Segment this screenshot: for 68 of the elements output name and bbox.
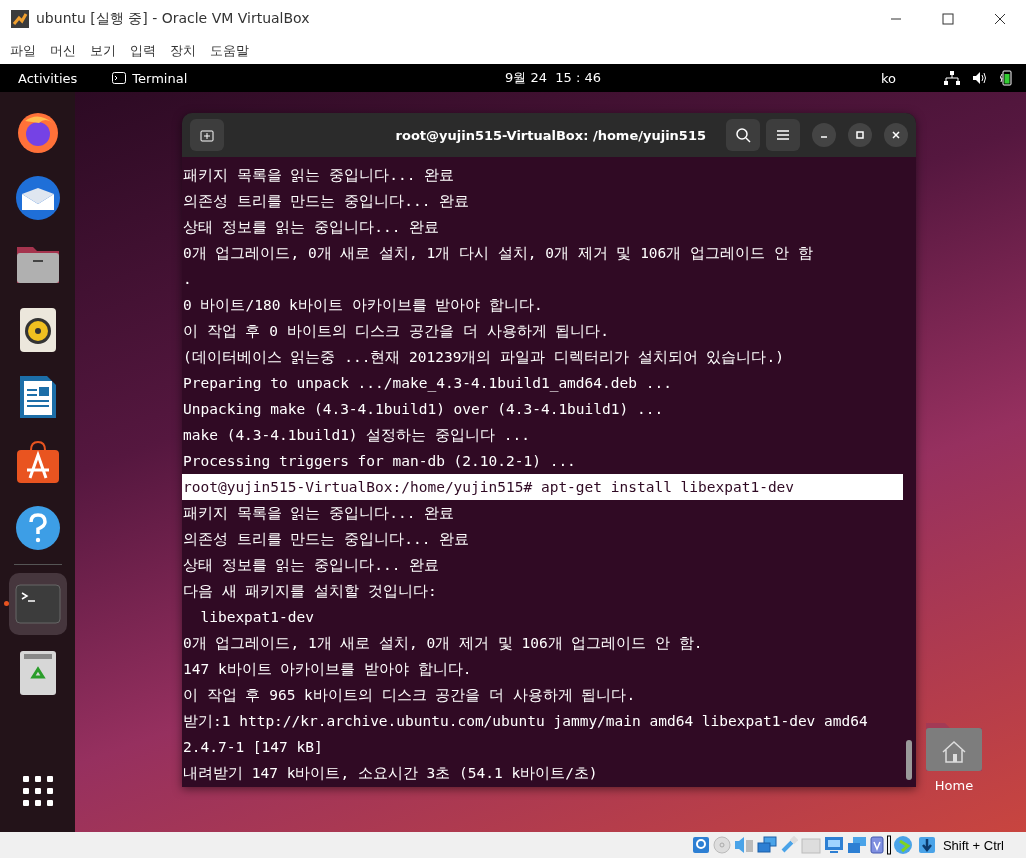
- mail-icon: [13, 174, 62, 222]
- terminal-line: 받기:1 http://kr.archive.ubuntu.com/ubuntu jammy/main amd64 libexpat1-dev amd64: [182, 712, 869, 731]
- menu-icon: [776, 129, 790, 141]
- terminal-line: 0개 업그레이드, 1개 새로 설치, 0개 제거 및 106개 업그레이드 안 함.: [182, 634, 704, 653]
- terminal-line: 2.4.7-1 [147 kB]: [182, 738, 324, 757]
- maximize-icon: [855, 130, 865, 140]
- terminal-line: make (4.3-4.1build1) 설정하는 중입니다 ...: [182, 426, 531, 445]
- terminal-line: 이 작업 후 965 k바이트의 디스크 공간을 더 사용하게 됩니다.: [182, 686, 637, 705]
- chip-icon[interactable]: [869, 836, 884, 854]
- menu-item[interactable]: 장치: [170, 41, 196, 60]
- document-icon: [18, 373, 57, 419]
- help-icon: [14, 505, 61, 551]
- maximize-button[interactable]: [848, 123, 872, 147]
- input-method-indicator[interactable]: ko: [880, 70, 896, 86]
- terminal-line: 패키지 목록을 읽는 중입니다... 완료: [182, 504, 456, 523]
- menu-item[interactable]: 입력: [130, 41, 156, 60]
- terminal-line: Processing triggers for man-db (2.10.2-1) ...: [182, 452, 577, 471]
- terminal-line: 의존성 트리를 만드는 중입니다... 완료: [182, 192, 471, 211]
- minimize-button[interactable]: [812, 123, 836, 147]
- activities-button[interactable]: Activities: [18, 70, 78, 86]
- terminal-icon: [14, 584, 61, 624]
- home-folder-icon[interactable]: [925, 722, 983, 772]
- search-icon: [735, 127, 751, 143]
- terminal-line: (데이터베이스 읽는중 ...현재 201239개의 파일과 디렉터리가 설치되어 있습니다.): [182, 348, 785, 367]
- app-logo-icon: [10, 8, 30, 29]
- clock[interactable]: 9월 24 15 : 46: [505, 69, 601, 87]
- trash-icon: [18, 650, 57, 696]
- terminal-line: 의존성 트리를 만드는 중입니다... 완료: [182, 530, 471, 549]
- menu-item[interactable]: 도움말: [210, 41, 249, 60]
- shopping-bag-icon: [14, 440, 61, 484]
- terminal-line: 상태 정보를 읽는 중입니다... 완료: [182, 218, 441, 237]
- terminal-line: libexpat1-dev: [199, 608, 315, 627]
- volume-icon[interactable]: [972, 71, 988, 85]
- monitor-icon[interactable]: [823, 836, 844, 854]
- terminal-line: 다음 새 패키지를 설치할 것입니다:: [182, 582, 438, 601]
- terminal-line: Unpacking make (4.3-4.1build1) over (4.3-4.1build1) ...: [182, 400, 665, 419]
- host-key-label: Shift + Ctrl: [942, 837, 1004, 853]
- menu-item[interactable]: 보기: [90, 41, 116, 60]
- new-tab-icon: [200, 128, 214, 142]
- maximize-icon: [942, 12, 954, 25]
- menu-item[interactable]: 머신: [50, 41, 76, 60]
- terminal-line: 패키지 목록을 읽는 중입니다... 완료: [182, 166, 456, 185]
- new-tab-button[interactable]: [190, 119, 224, 151]
- terminal-line: 0개 업그레이드, 0개 새로 설치, 1개 다시 설치, 0개 제거 및 106개 업그레이드 안 함: [182, 244, 814, 263]
- network-icon[interactable]: [944, 71, 960, 85]
- terminal-title: root@yujin515-VirtualBox: /home/yujin515: [395, 127, 706, 143]
- app-menu[interactable]: Terminal: [112, 70, 188, 86]
- menu-item[interactable]: 파일: [10, 41, 36, 60]
- terminal-line: 147 k바이트 아카이브를 받아야 합니다.: [182, 660, 473, 679]
- terminal-line: 내려받기 147 k바이트, 소요시간 3초 (54.1 k바이트/초): [182, 764, 599, 783]
- search-button[interactable]: [726, 119, 760, 151]
- close-icon: [891, 130, 901, 140]
- app-grid-icon[interactable]: [21, 775, 54, 807]
- close-icon: [994, 12, 1006, 25]
- desktop-icon-label[interactable]: Home: [934, 778, 974, 793]
- terminal-icon: [112, 72, 127, 84]
- terminal-line: 0 바이트/180 k바이트 아카이브를 받아야 합니다.: [182, 296, 544, 315]
- terminal-line: 상태 정보를 읽는 중입니다... 완료: [182, 556, 441, 575]
- terminal-line: Preparing to unpack .../make_4.3-4.1build1_amd64.deb ...: [182, 374, 673, 394]
- battery-icon[interactable]: [1000, 70, 1012, 86]
- window-title: ubuntu [실행 중] - Oracle VM VirtualBox: [36, 9, 310, 28]
- speaker-icon: [18, 307, 57, 353]
- scrollbar-thumb[interactable]: [906, 740, 912, 780]
- screens-icon[interactable]: [846, 836, 867, 854]
- menu-button[interactable]: [766, 119, 800, 151]
- close-button[interactable]: [884, 123, 908, 147]
- terminal-line: .: [182, 270, 193, 289]
- terminal-line: 이 작업 후 0 바이트의 디스크 공간을 더 사용하게 됩니다.: [182, 322, 611, 341]
